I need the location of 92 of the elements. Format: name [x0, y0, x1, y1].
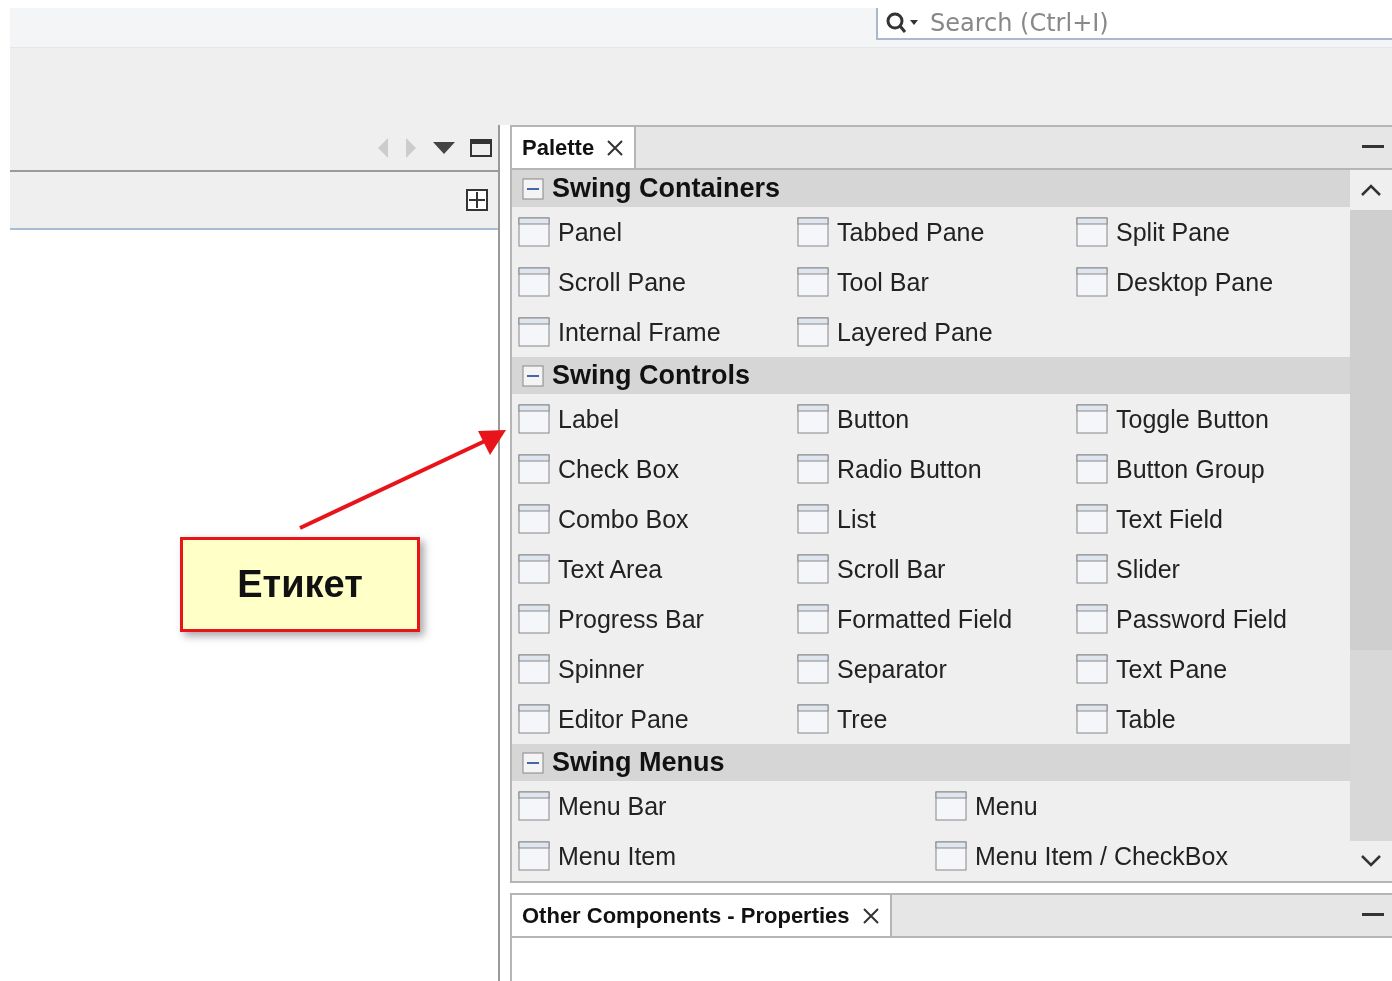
left-arrow-icon: [376, 136, 390, 159]
component-icon: [797, 654, 829, 684]
right-arrow-icon: [404, 136, 418, 159]
palette-item[interactable]: Slider: [1076, 544, 1350, 594]
palette-tab[interactable]: Palette: [512, 127, 637, 168]
palette-item[interactable]: Panel: [518, 207, 797, 257]
palette-item[interactable]: Scroll Pane: [518, 257, 797, 307]
scroll-down-icon: [1360, 854, 1382, 868]
component-icon: [935, 791, 967, 821]
collapse-icon[interactable]: [522, 751, 544, 774]
palette-item[interactable]: Desktop Pane: [1076, 257, 1350, 307]
palette-item[interactable]: Combo Box: [518, 494, 797, 544]
scrollbar-thumb[interactable]: [1350, 210, 1392, 650]
component-icon: [1076, 454, 1108, 484]
component-icon: [518, 654, 550, 684]
palette-item[interactable]: Password Field: [1076, 594, 1350, 644]
palette-item[interactable]: Editor Pane: [518, 694, 797, 744]
component-icon: [518, 267, 550, 297]
component-icon: [518, 604, 550, 634]
palette-item[interactable]: Menu Item: [518, 831, 935, 881]
palette-item[interactable]: Label: [518, 394, 797, 444]
component-icon: [797, 504, 829, 534]
palette-item[interactable]: Text Pane: [1076, 644, 1350, 694]
minimize-icon: [1362, 144, 1384, 150]
component-icon: [1076, 604, 1108, 634]
component-icon: [518, 404, 550, 434]
collapse-icon[interactable]: [522, 364, 544, 387]
component-icon: [518, 217, 550, 247]
component-icon: [797, 554, 829, 584]
palette-item[interactable]: Toggle Button: [1076, 394, 1350, 444]
component-icon: [518, 504, 550, 534]
palette-item[interactable]: Table: [1076, 694, 1350, 744]
scroll-up-icon: [1360, 183, 1382, 197]
palette-item[interactable]: Scroll Bar: [797, 544, 1076, 594]
palette-item[interactable]: Tool Bar: [797, 257, 1076, 307]
component-icon: [1076, 554, 1108, 584]
component-icon: [518, 841, 550, 871]
palette-item[interactable]: Menu Bar: [518, 781, 935, 831]
search-icon: [884, 10, 918, 36]
component-icon: [518, 554, 550, 584]
component-icon: [518, 704, 550, 734]
grid-icon: [466, 189, 488, 211]
palette-item[interactable]: Layered Pane: [797, 307, 1076, 357]
palette-item[interactable]: Text Area: [518, 544, 797, 594]
component-icon: [935, 841, 967, 871]
palette-item[interactable]: Menu: [935, 781, 1350, 831]
palette-item[interactable]: List: [797, 494, 1076, 544]
component-icon: [518, 317, 550, 347]
maximize-icon: [470, 138, 492, 157]
component-icon: [797, 267, 829, 297]
palette-item[interactable]: Check Box: [518, 444, 797, 494]
section-header[interactable]: Swing Controls: [512, 357, 1350, 394]
palette-item[interactable]: Progress Bar: [518, 594, 797, 644]
properties-tab[interactable]: Other Components - Properties: [512, 895, 892, 936]
collapse-icon[interactable]: [522, 177, 544, 200]
component-icon: [797, 217, 829, 247]
component-icon: [1076, 404, 1108, 434]
section-header[interactable]: Swing Containers: [512, 170, 1350, 207]
palette-item[interactable]: Spinner: [518, 644, 797, 694]
component-icon: [797, 317, 829, 347]
component-icon: [1076, 217, 1108, 247]
search-box[interactable]: Search (Ctrl+I): [876, 8, 1392, 40]
close-icon: [861, 906, 880, 925]
component-icon: [518, 791, 550, 821]
palette-item[interactable]: Split Pane: [1076, 207, 1350, 257]
component-icon: [518, 454, 550, 484]
palette-item[interactable]: Button: [797, 394, 1076, 444]
palette-item[interactable]: Separator: [797, 644, 1076, 694]
palette-item[interactable]: Menu Item / CheckBox: [935, 831, 1350, 881]
palette-item[interactable]: Radio Button: [797, 444, 1076, 494]
component-icon: [1076, 654, 1108, 684]
palette-item[interactable]: Text Field: [1076, 494, 1350, 544]
component-icon: [1076, 704, 1108, 734]
palette-item[interactable]: Tree: [797, 694, 1076, 744]
callout-label: Етикет: [180, 537, 420, 632]
component-icon: [797, 404, 829, 434]
component-icon: [797, 604, 829, 634]
component-icon: [797, 704, 829, 734]
dropdown-icon: [432, 140, 456, 155]
component-icon: [1076, 267, 1108, 297]
section-title: Swing Controls: [552, 360, 750, 391]
palette-item[interactable]: Formatted Field: [797, 594, 1076, 644]
minimize-icon: [1362, 912, 1384, 918]
section-header[interactable]: Swing Menus: [512, 744, 1350, 781]
close-icon: [606, 138, 625, 157]
palette-item[interactable]: Internal Frame: [518, 307, 797, 357]
component-icon: [1076, 504, 1108, 534]
section-title: Swing Containers: [552, 173, 781, 204]
component-icon: [797, 454, 829, 484]
palette-item[interactable]: Button Group: [1076, 444, 1350, 494]
palette-item[interactable]: Tabbed Pane: [797, 207, 1076, 257]
section-title: Swing Menus: [552, 747, 725, 778]
